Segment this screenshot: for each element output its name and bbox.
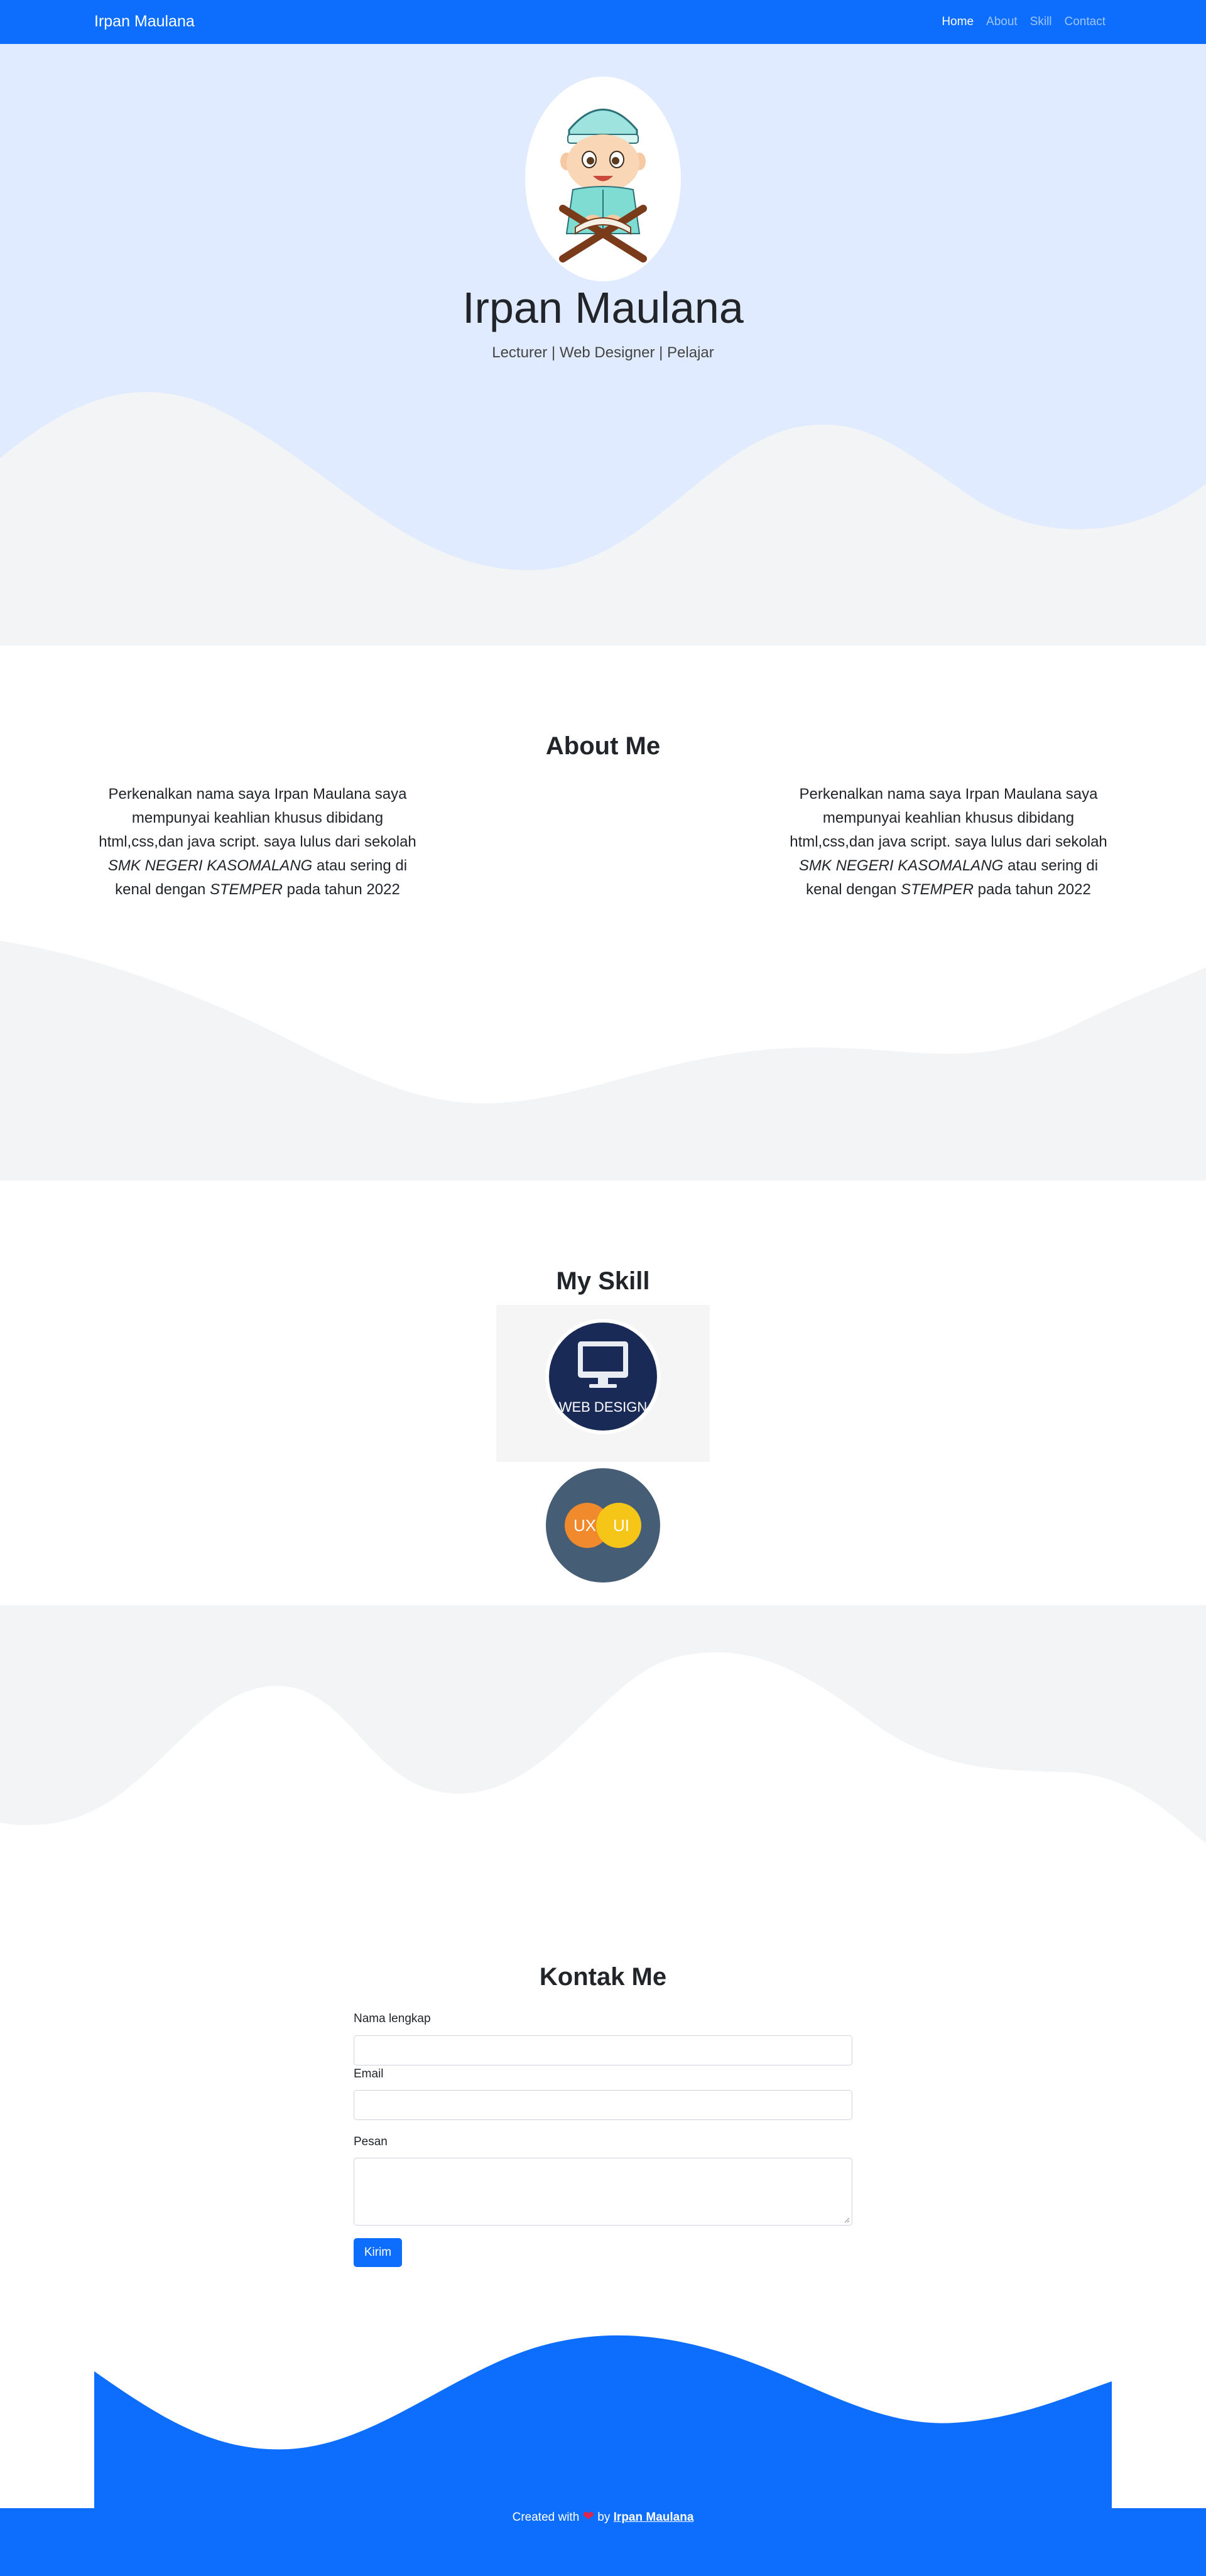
email-input[interactable] (354, 2090, 852, 2120)
about-line-part: atau sering di (312, 857, 408, 874)
web-design-badge: WEB DESIGN (545, 1319, 661, 1434)
school-name: SMK NEGERI KASOMALANG (107, 857, 313, 874)
ux-label: UX (573, 1516, 596, 1535)
avatar (525, 77, 681, 281)
heart-icon: ❤ (582, 2508, 594, 2524)
about-line: mempunyai keahlian khusus dibidang (822, 809, 1075, 826)
name-input[interactable] (354, 2035, 852, 2065)
footer: Created with ❤ by Irpan Maulana (0, 2508, 1206, 2576)
about-line-part: kenal dengan (806, 881, 901, 898)
nickname: STEMPER (900, 881, 974, 898)
about-line: Perkenalkan nama saya Irpan Maulana saya (799, 786, 1098, 803)
about-line-part: atau sering di (1003, 857, 1099, 874)
about-line: kenal dengan STEMPER pada tahun 2022 (785, 878, 1112, 902)
about-line-part: pada tahun 2022 (973, 881, 1091, 898)
nav-link-about[interactable]: About (986, 15, 1018, 29)
contact-section: Kontak Me Nama lengkap Email Pesan Kirim (0, 1869, 1206, 2321)
about-line-part: kenal dengan (115, 881, 210, 898)
nav-links: Home About Skill Contact (942, 15, 1106, 29)
nav-link-home[interactable]: Home (942, 15, 974, 29)
about-text-right: Perkenalkan nama saya Irpan Maulana saya… (785, 782, 1112, 902)
footer-wave (0, 2321, 1206, 2508)
about-line: html,css,dan java script. saya lulus dar… (790, 833, 1107, 850)
ui-label: UI (613, 1516, 629, 1535)
about-line: mempunyai keahlian khusus dibidang (131, 809, 384, 826)
nickname: STEMPER (209, 881, 283, 898)
navbar-brand[interactable]: Irpan Maulana (94, 13, 195, 31)
about-title: About Me (545, 732, 661, 760)
hero-section: Irpan Maulana Lecturer | Web Designer | … (0, 44, 1206, 646)
avatar-illustration (559, 109, 647, 262)
ux-ui-badge: UX UI (546, 1468, 660, 1583)
about-line: Perkenalkan nama saya Irpan Maulana saya (108, 786, 407, 803)
footer-created-with: Created with (512, 2511, 580, 2524)
about-line-part: pada tahun 2022 (282, 881, 400, 898)
contact-title: Kontak Me (539, 1963, 667, 1991)
hero-name: Irpan Maulana (462, 283, 744, 332)
about-section: About Me Perkenalkan nama saya Irpan Mau… (0, 646, 1206, 1181)
nav-link-skill[interactable]: Skill (1030, 15, 1052, 29)
about-line: html,css,dan java script. saya lulus dar… (99, 833, 416, 850)
footer-text: Created with ❤ by Irpan Maulana (0, 2508, 1206, 2525)
about-text-left: Perkenalkan nama saya Irpan Maulana saya… (94, 782, 421, 902)
school-name: SMK NEGERI KASOMALANG (798, 857, 1004, 874)
about-line: SMK NEGERI KASOMALANG atau sering di (94, 854, 421, 878)
message-label: Pesan (354, 2135, 388, 2148)
submit-button[interactable]: Kirim (354, 2238, 402, 2267)
email-label: Email (354, 2067, 384, 2081)
about-line: kenal dengan STEMPER pada tahun 2022 (94, 878, 421, 902)
resize-handle-icon[interactable] (844, 2217, 850, 2223)
message-textarea[interactable] (354, 2158, 852, 2226)
footer-author-link[interactable]: Irpan Maulana (614, 2511, 694, 2524)
hero-subtitle: Lecturer | Web Designer | Pelajar (492, 344, 714, 361)
skill-title: My Skill (556, 1267, 650, 1295)
footer-by: by (597, 2511, 611, 2524)
skill-section: My Skill WEB DESIGN UX UI (0, 1181, 1206, 1605)
about-wave-background (0, 941, 1206, 1181)
skill-wave-background (0, 1605, 1206, 1869)
web-design-label: WEB DESIGN (559, 1399, 648, 1415)
about-line: SMK NEGERI KASOMALANG atau sering di (785, 854, 1112, 878)
navbar: Irpan Maulana Home About Skill Contact (0, 0, 1206, 44)
name-label: Nama lengkap (354, 2012, 431, 2025)
nav-link-contact[interactable]: Contact (1065, 15, 1106, 29)
